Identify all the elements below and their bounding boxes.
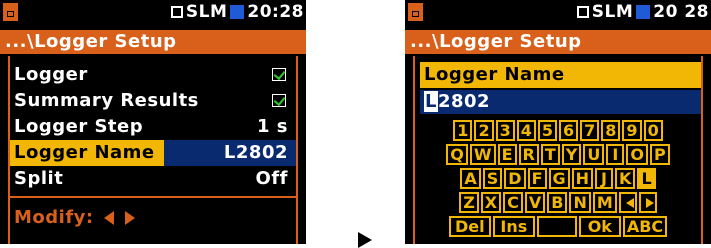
key-i[interactable]: I	[606, 144, 625, 165]
key-y[interactable]: Y	[561, 144, 582, 165]
key-4[interactable]: 4	[516, 120, 536, 141]
menu-item-label: Logger	[14, 64, 88, 85]
cursor-right-key[interactable]	[638, 192, 657, 213]
logger-name-input[interactable]: L2802	[420, 90, 701, 114]
key-2[interactable]: 2	[474, 120, 494, 141]
status-bar: SLM 20 28	[405, 0, 711, 27]
clock: 20:28	[247, 2, 304, 22]
key-l[interactable]: L	[637, 168, 656, 189]
square-icon	[576, 6, 589, 18]
insert-key[interactable]: Ins	[492, 216, 535, 237]
arrow-left-icon	[104, 211, 115, 225]
battery-icon	[230, 5, 245, 19]
arrow-right-icon	[645, 198, 654, 208]
key-z[interactable]: Z	[459, 192, 479, 213]
cursor-left-key[interactable]	[618, 192, 637, 213]
logger-setup-screen: SLM 20:28 ...\Logger Setup Logger Summar…	[0, 0, 306, 244]
arrow-right-icon	[125, 211, 136, 225]
key-3[interactable]: 3	[495, 120, 515, 141]
key-a[interactable]: A	[460, 168, 481, 189]
arrow-left-icon	[625, 198, 634, 208]
checkbox-checked-icon[interactable]	[272, 68, 286, 81]
keyboard-row-zxcv: Z X C V B N M	[405, 192, 711, 213]
keyboard-row-asdf: A S D F G H J K L	[405, 168, 711, 189]
keyboard-row-digits: 1 2 3 4 5 6 7 8 9 0	[405, 120, 711, 141]
key-c[interactable]: C	[503, 192, 523, 213]
menu-item-label: Split	[14, 168, 64, 189]
device-icon	[3, 3, 18, 21]
battery-icon	[636, 5, 651, 19]
menu-item-label: Logger Name	[14, 142, 155, 163]
key-g[interactable]: G	[548, 168, 570, 189]
menu-item-label: Summary Results	[14, 90, 199, 111]
menu-item-logger[interactable]: Logger	[14, 62, 288, 88]
square-icon	[170, 6, 183, 18]
input-text: 2802	[437, 91, 491, 112]
text-cursor: L	[424, 91, 438, 112]
key-x[interactable]: X	[480, 192, 502, 213]
editor-title: Logger Name	[420, 62, 701, 88]
menu-item-summary-results[interactable]: Summary Results	[14, 88, 288, 114]
key-o[interactable]: O	[626, 144, 648, 165]
logger-name-editor-screen: SLM 20 28 ...\Logger Setup Logger Name L…	[405, 0, 711, 244]
menu-item-value: Off	[255, 168, 288, 189]
key-d[interactable]: D	[504, 168, 526, 189]
key-m[interactable]: M	[592, 192, 617, 213]
arrow-right-icon	[358, 232, 372, 248]
key-h[interactable]: H	[571, 168, 594, 189]
keyboard-row-qwerty: Q W E R T Y U I O P	[405, 144, 711, 165]
device-icon	[408, 3, 423, 21]
clock: 20 28	[653, 2, 709, 22]
key-j[interactable]: J	[595, 168, 614, 189]
divider	[10, 196, 296, 198]
key-k[interactable]: K	[615, 168, 636, 189]
key-9[interactable]: 9	[622, 120, 642, 141]
menu-item-value: 1 s	[256, 116, 288, 137]
mode-label: SLM	[185, 2, 228, 22]
key-w[interactable]: W	[469, 144, 496, 165]
menu-item-label: Logger Step	[14, 116, 144, 137]
key-v[interactable]: V	[524, 192, 546, 213]
key-6[interactable]: 6	[559, 120, 579, 141]
key-u[interactable]: U	[583, 144, 605, 165]
key-q[interactable]: Q	[446, 144, 468, 165]
modify-hint: Modify:	[14, 207, 136, 228]
ok-key[interactable]: Ok	[578, 216, 621, 237]
spacer-key[interactable]	[536, 216, 577, 237]
key-r[interactable]: R	[518, 144, 539, 165]
keyboard-row-actions: Del Ins Ok ABC	[405, 216, 711, 237]
key-n[interactable]: N	[569, 192, 591, 213]
key-1[interactable]: 1	[453, 120, 473, 141]
key-f[interactable]: F	[527, 168, 547, 189]
breadcrumb: ...\Logger Setup	[405, 30, 711, 54]
key-5[interactable]: 5	[537, 120, 557, 141]
key-e[interactable]: E	[497, 144, 517, 165]
menu-item-value: L2802	[163, 140, 296, 166]
menu-item-logger-step[interactable]: Logger Step 1 s	[14, 114, 288, 140]
key-s[interactable]: S	[482, 168, 503, 189]
charset-key[interactable]: ABC	[622, 216, 668, 237]
delete-key[interactable]: Del	[448, 216, 491, 237]
key-7[interactable]: 7	[580, 120, 600, 141]
checkbox-checked-icon[interactable]	[272, 94, 286, 107]
key-8[interactable]: 8	[601, 120, 621, 141]
mode-label: SLM	[591, 2, 634, 22]
menu-item-logger-name[interactable]: Logger Name L2802	[10, 140, 296, 166]
key-t[interactable]: T	[540, 144, 560, 165]
breadcrumb: ...\Logger Setup	[0, 30, 306, 54]
key-b[interactable]: B	[547, 192, 568, 213]
status-bar: SLM 20:28	[0, 0, 306, 27]
key-0[interactable]: 0	[643, 120, 663, 141]
key-p[interactable]: P	[649, 144, 670, 165]
menu-item-split[interactable]: Split Off	[14, 166, 288, 192]
